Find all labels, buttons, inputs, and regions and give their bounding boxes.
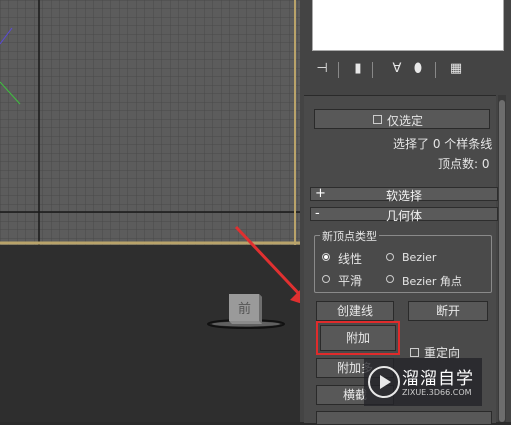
break-button[interactable]: 断开 — [408, 301, 488, 321]
modifier-toolbar: ⊣ ▮ ∀ ⬮ ▦ — [308, 60, 498, 82]
radio-bezier-corner[interactable] — [386, 275, 394, 283]
watermark-url: ZIXUE.3D66.COM — [402, 388, 472, 397]
rollout-soft-selection-title: 软选择 — [385, 189, 422, 203]
pin-icon[interactable]: ⊣ — [313, 60, 331, 78]
rollout-geometry-title: 几何体 — [385, 209, 422, 223]
reorient-checkbox[interactable] — [410, 348, 419, 357]
attach-highlight-box — [316, 321, 400, 355]
watermark-play-icon — [368, 366, 400, 398]
radio-linear[interactable] — [322, 253, 330, 261]
viewport-top[interactable] — [0, 0, 300, 245]
radio-smooth-label: 平滑 — [338, 274, 363, 288]
viewport-grid — [0, 0, 300, 245]
vertex-count: 顶点数: 0 — [438, 157, 490, 171]
radio-bezier-label: Bezier — [402, 251, 437, 264]
show-end-result-icon[interactable]: ∀ — [388, 60, 406, 78]
watermark-name: 溜溜自学 — [402, 369, 474, 389]
rollout-soft-selection[interactable]: + 软选择 — [310, 186, 498, 203]
next-rollout-button[interactable] — [316, 411, 492, 425]
configure-modifier-sets-icon[interactable]: ▦ — [447, 60, 465, 78]
watermark: 溜溜自学 ZIXUE.3D66.COM — [364, 358, 482, 406]
make-unique-icon[interactable]: ⬮ — [409, 60, 427, 78]
object-preview — [312, 0, 504, 51]
radio-linear-label: 线性 — [338, 252, 363, 266]
modifier-stack-icon[interactable]: ▮ — [349, 60, 367, 78]
radio-smooth[interactable] — [322, 275, 330, 283]
only-selected-box[interactable]: 仅选定 — [314, 109, 490, 129]
only-selected-label: 仅选定 — [387, 114, 424, 128]
selection-info: 选择了 0 个样条线 — [393, 137, 493, 151]
rollout-geometry[interactable]: - 几何体 — [310, 206, 498, 223]
only-selected-checkbox[interactable] — [373, 115, 382, 124]
radio-bezier[interactable] — [386, 253, 394, 261]
create-line-button[interactable]: 创建线 — [316, 301, 394, 321]
new-vertex-type-title: 新顶点类型 — [320, 228, 379, 244]
panel-scrollbar-thumb[interactable] — [499, 100, 505, 422]
radio-bezier-corner-label: Bezier 角点 — [402, 275, 462, 288]
